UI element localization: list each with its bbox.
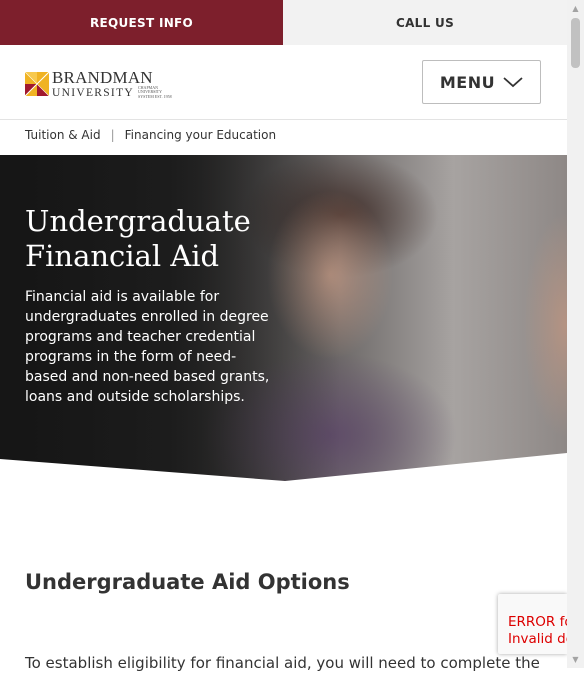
hero-banner: Undergraduate Financial Aid Financial ai… <box>0 155 567 485</box>
logo-subtitle: UNIVERSITY <box>52 86 134 99</box>
scroll-up-arrow[interactable]: ▲ <box>567 0 584 17</box>
recaptcha-badge[interactable]: ERROR for Invalid do <box>498 594 567 654</box>
breadcrumb-tuition-aid[interactable]: Tuition & Aid <box>25 128 101 142</box>
breadcrumb: Tuition & Aid | Financing your Education <box>25 128 276 142</box>
brandman-logo[interactable]: BRANDMAN UNIVERSITY CHAPMAN UNIVERSITY S… <box>25 69 174 99</box>
page-title: Undergraduate Financial Aid <box>25 204 251 273</box>
recaptcha-error-line1: ERROR for <box>508 614 567 630</box>
call-us-button[interactable]: CALL US <box>283 0 567 45</box>
logo-wordmark: BRANDMAN <box>52 68 153 87</box>
top-action-bar: REQUEST INFO CALL US <box>0 0 567 45</box>
breadcrumb-separator: | <box>110 128 115 142</box>
request-info-button[interactable]: REQUEST INFO <box>0 0 283 45</box>
section-title: Undergraduate Aid Options <box>25 570 350 594</box>
body-paragraph: To establish eligibility for financial a… <box>25 654 540 672</box>
scroll-down-arrow[interactable]: ▼ <box>567 651 584 668</box>
vertical-scrollbar[interactable]: ▲ ▼ <box>567 0 584 668</box>
recaptcha-error-line2: Invalid do <box>508 631 567 647</box>
menu-label: MENU <box>439 72 496 92</box>
hero-description: Financial aid is available for undergrad… <box>25 289 270 405</box>
site-header: BRANDMAN UNIVERSITY CHAPMAN UNIVERSITY S… <box>0 45 567 120</box>
scroll-thumb[interactable] <box>571 18 580 68</box>
menu-button[interactable]: MENU <box>422 60 541 104</box>
logo-mark-icon <box>25 72 49 97</box>
logo-tagline: CHAPMAN UNIVERSITY SYSTEM EST. 1958 <box>138 85 172 99</box>
chevron-down-icon <box>503 77 523 88</box>
breadcrumb-financing-education[interactable]: Financing your Education <box>125 128 276 142</box>
hero-bottom-curve <box>0 453 567 485</box>
